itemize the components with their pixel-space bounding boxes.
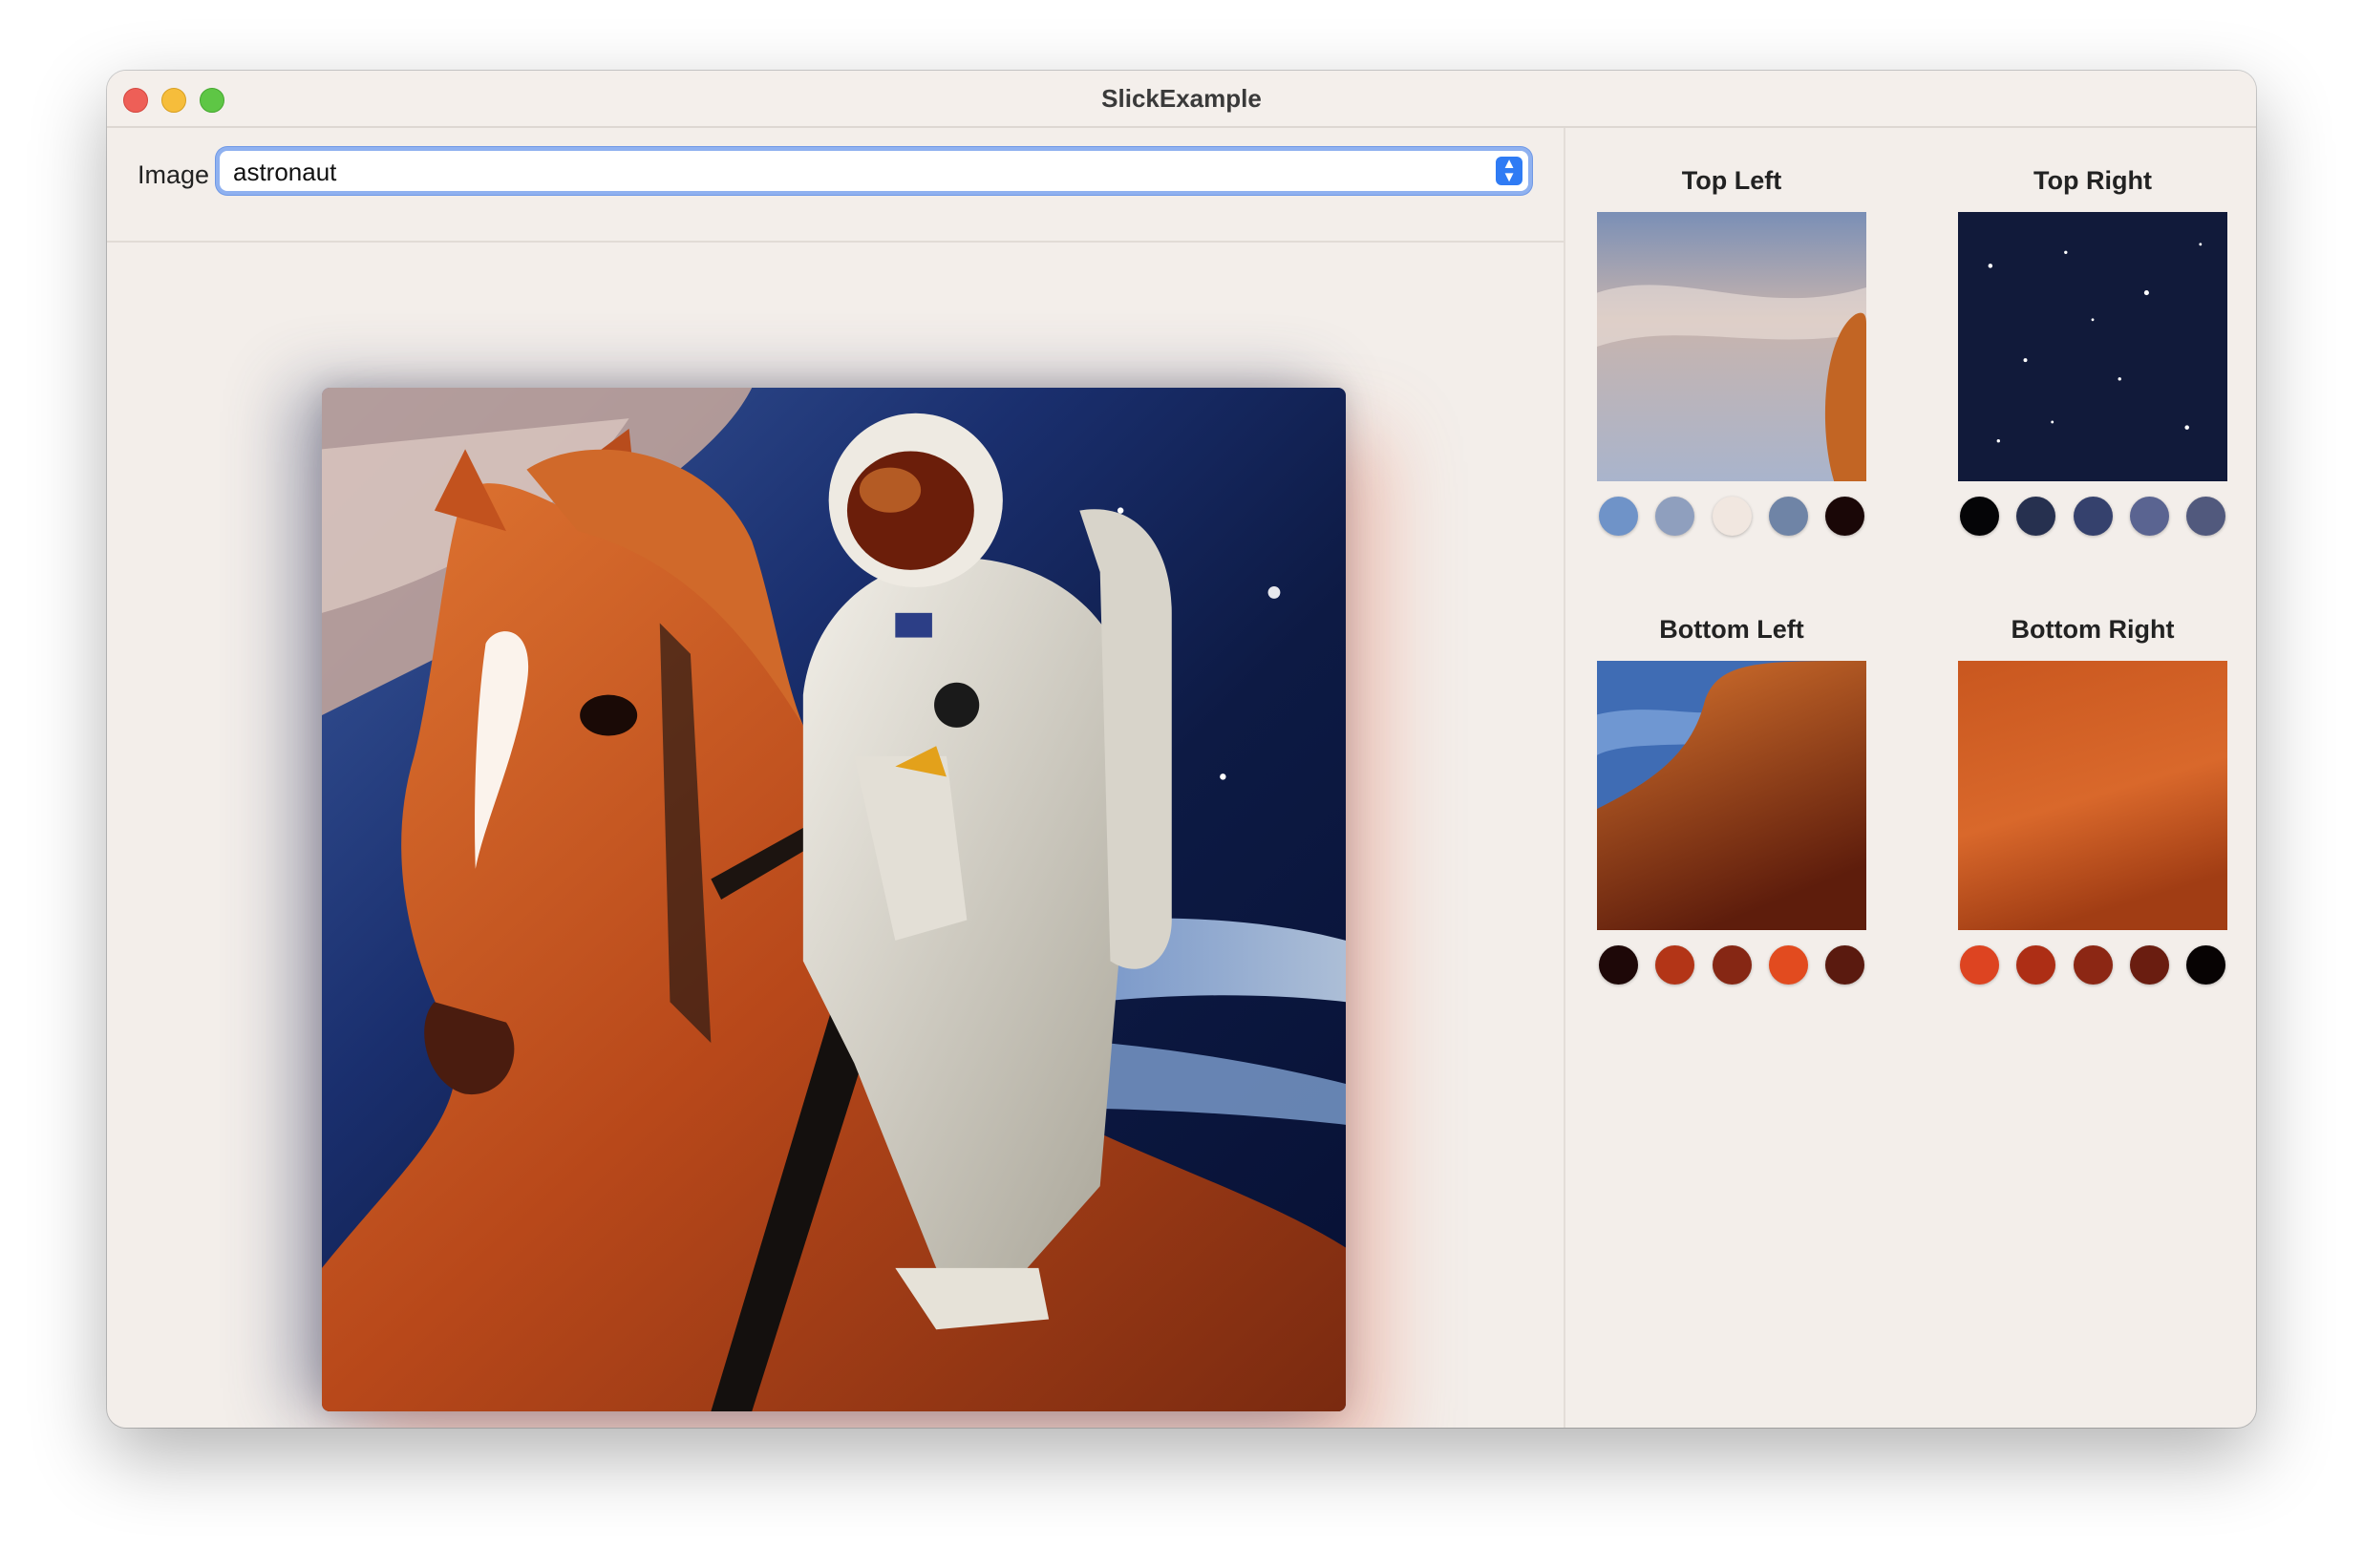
palette-swatch	[1960, 497, 1999, 536]
palette-swatch	[2016, 945, 2056, 985]
chevron-up-down-icon[interactable]: ▲ ▼	[1496, 157, 1522, 185]
app-window: SlickExample Image astronaut ▲ ▼ Top Lef…	[107, 71, 2256, 1428]
palette-swatch	[1712, 945, 1752, 985]
palette	[1597, 945, 1866, 985]
quadrant-top-left: Top Left	[1597, 166, 1866, 536]
image-picker-label: Image	[138, 160, 210, 189]
quadrant-title: Bottom Right	[2011, 615, 2175, 644]
main-image	[322, 388, 1346, 1411]
title-bar: SlickExample	[107, 71, 2256, 128]
quadrant-title: Bottom Left	[1659, 615, 1804, 644]
palette-swatch	[2016, 497, 2056, 536]
palette-swatch	[1655, 497, 1695, 536]
window-title: SlickExample	[1101, 84, 1262, 113]
palette-swatch	[1768, 497, 1808, 536]
palette	[1958, 945, 2227, 985]
palette-swatch	[2073, 945, 2113, 985]
palette-swatch	[1825, 497, 1864, 536]
palette-swatch	[2186, 497, 2225, 536]
palette-swatch	[1655, 945, 1695, 985]
toolbar-separator	[107, 241, 1564, 243]
quadrant-title: Top Left	[1681, 166, 1782, 195]
palette-swatch	[2186, 945, 2225, 985]
quadrant-bottom-left: Bottom Left	[1597, 615, 1866, 985]
palette	[1597, 497, 1866, 536]
quadrant-image	[1597, 661, 1866, 930]
palette-swatch	[1960, 945, 1999, 985]
palette-swatch	[2129, 945, 2169, 985]
quadrant-image	[1958, 212, 2227, 481]
left-pane: Image astronaut ▲ ▼	[107, 128, 1564, 1428]
palette-swatch	[1599, 497, 1638, 536]
palette-swatch	[1712, 497, 1752, 536]
image-picker-value: astronaut	[233, 158, 337, 186]
quadrant-bottom-right: Bottom Right	[1958, 615, 2227, 985]
palette-swatch	[1825, 945, 1864, 985]
quadrant-image	[1958, 661, 2227, 930]
palette-swatch	[1599, 945, 1638, 985]
palette-swatch	[1768, 945, 1808, 985]
palette-swatch	[2073, 497, 2113, 536]
quadrant-title: Top Right	[2033, 166, 2152, 195]
quadrant-top-right: Top Right	[1958, 166, 2227, 536]
quadrant-image	[1597, 212, 1866, 481]
palette	[1958, 497, 2227, 536]
right-pane: Top Left Top Right Bottom Left Bottom Ri…	[1565, 128, 2256, 1428]
image-picker-select[interactable]: astronaut ▲ ▼	[220, 151, 1528, 191]
palette-swatch	[2129, 497, 2169, 536]
